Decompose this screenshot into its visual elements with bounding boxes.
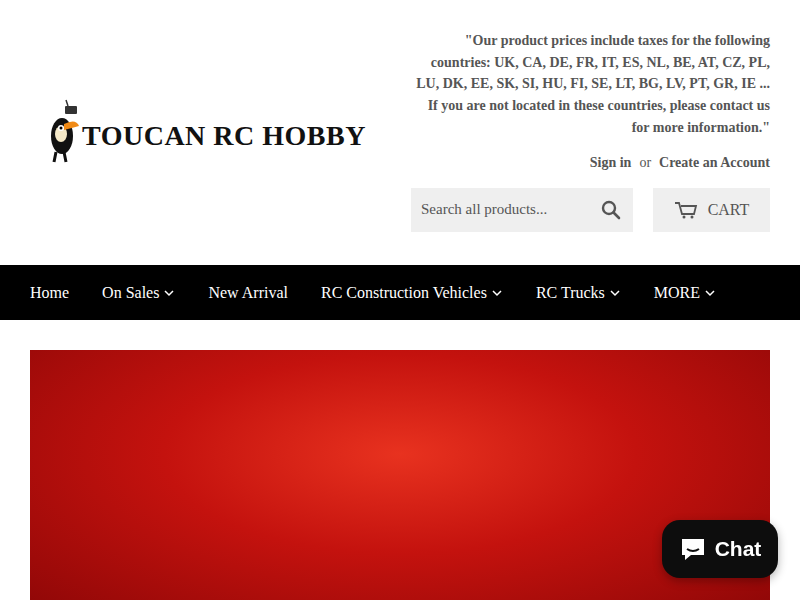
nav-label: On Sales: [102, 284, 159, 302]
sign-in-link[interactable]: Sign in: [590, 155, 632, 171]
chevron-down-icon: [491, 287, 503, 299]
search-button[interactable]: [589, 188, 633, 232]
nav-item[interactable]: On Sales: [102, 284, 175, 302]
toucan-icon: [46, 98, 80, 164]
header-right: "Our product prices include taxes for th…: [410, 0, 770, 265]
cart-icon: [674, 201, 698, 219]
create-account-link[interactable]: Create an Account: [659, 155, 770, 171]
nav-label: Home: [30, 284, 69, 302]
chevron-down-icon: [609, 287, 621, 299]
logo-text: TOUCAN RC HOBBY: [82, 120, 366, 152]
promo-banner[interactable]: [30, 350, 770, 600]
cart-button[interactable]: CART: [653, 188, 770, 232]
account-links: Sign in or Create an Account: [590, 155, 770, 171]
logo[interactable]: TOUCAN RC HOBBY: [30, 98, 366, 164]
separator: or: [639, 155, 651, 171]
header: TOUCAN RC HOBBY "Our product prices inclu…: [0, 0, 800, 265]
search-box: [411, 188, 633, 232]
nav-label: RC Construction Vehicles: [321, 284, 487, 302]
chat-label: Chat: [715, 537, 762, 561]
nav-item[interactable]: Home: [30, 284, 69, 302]
chevron-down-icon: [163, 287, 175, 299]
chevron-down-icon: [704, 287, 716, 299]
chat-icon: [679, 536, 707, 562]
header-tools: CART: [411, 188, 770, 232]
tax-notice: "Our product prices include taxes for th…: [410, 30, 770, 139]
nav-label: RC Trucks: [536, 284, 605, 302]
search-icon: [601, 200, 621, 220]
nav-item[interactable]: New Arrival: [208, 284, 288, 302]
nav-item[interactable]: RC Construction Vehicles: [321, 284, 503, 302]
nav-item[interactable]: RC Trucks: [536, 284, 621, 302]
main-nav: Home On Sales New Arrival RC Construction V…: [0, 265, 800, 320]
nav-item[interactable]: MORE: [654, 284, 716, 302]
nav-label: New Arrival: [208, 284, 288, 302]
search-input[interactable]: [411, 201, 589, 218]
chat-button[interactable]: Chat: [662, 520, 778, 578]
nav-label: MORE: [654, 284, 700, 302]
cart-label: CART: [708, 201, 750, 219]
